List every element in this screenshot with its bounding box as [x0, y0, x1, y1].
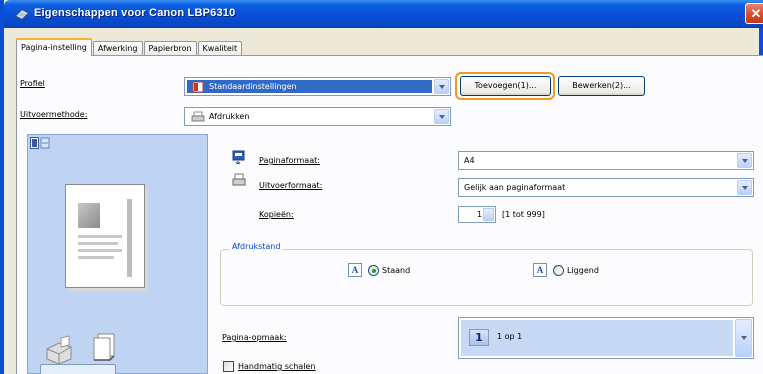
landscape-radio[interactable]	[553, 265, 564, 276]
chevron-down-icon[interactable]	[737, 180, 752, 195]
manual-scaling-label[interactable]: Handmatig schalen	[238, 362, 316, 371]
output-method-select[interactable]: Afdrukken	[184, 107, 451, 126]
profile-select[interactable]: Standaardinstellingen	[184, 77, 451, 96]
add-profile-button[interactable]: Toevoegen(1)...	[460, 76, 551, 96]
printer-device-icon	[46, 335, 72, 365]
tab-paper-source[interactable]: Papierbron	[143, 41, 197, 56]
orientation-group	[220, 249, 753, 306]
title-bar[interactable]: Eigenschappen voor Canon LBP6310 ✕	[4, 0, 763, 28]
copies-label: Kopieën:	[259, 210, 294, 219]
preview-toggle-button[interactable]	[40, 364, 116, 374]
landscape-orientation-icon: A	[533, 263, 547, 277]
tab-finishing[interactable]: Afwerking	[92, 41, 143, 56]
portrait-radio[interactable]	[368, 265, 379, 276]
page-layout-select[interactable]: 1 1 op 1	[458, 317, 754, 359]
orientation-group-title: Afdrukstand	[230, 242, 283, 251]
page-layout-value: 1 op 1	[497, 332, 523, 341]
output-method-value: Afdrukken	[209, 112, 250, 121]
profile-label: Profiel	[20, 79, 45, 88]
printer-properties-window: Eigenschappen voor Canon LBP6310 ✕ Pagin…	[0, 0, 763, 374]
chevron-down-icon[interactable]	[737, 153, 752, 168]
output-size-select[interactable]: Gelijk aan paginaformaat	[458, 178, 754, 197]
page-layout-label: Pagina-opmaak:	[222, 333, 287, 342]
page-layout-icon: 1	[469, 329, 489, 346]
window-title: Eigenschappen voor Canon LBP6310	[34, 7, 236, 19]
chevron-down-icon[interactable]	[434, 79, 449, 94]
output-size-value: Gelijk aan paginaformaat	[464, 183, 566, 192]
landscape-label[interactable]: Liggend	[567, 266, 599, 275]
output-size-label: Uitvoerformaat:	[259, 181, 323, 190]
profile-value: Standaardinstellingen	[209, 82, 297, 91]
preview-page-thumbnail	[65, 184, 145, 288]
copies-value: 1	[477, 210, 483, 219]
copies-icon	[93, 333, 115, 361]
chevron-down-icon[interactable]	[434, 109, 449, 124]
preview-mode-icon[interactable]	[30, 137, 50, 149]
portrait-orientation-icon: A	[348, 263, 362, 277]
tab-quality[interactable]: Kwaliteit	[197, 41, 243, 56]
page-size-label: Paginaformaat:	[259, 156, 320, 165]
tab-strip: Pagina-instelling Afwerking Papierbron K…	[16, 38, 243, 56]
page-size-icon	[232, 150, 245, 164]
manual-scaling-checkbox[interactable]	[223, 361, 234, 372]
page-size-value: A4	[464, 156, 475, 165]
output-size-icon	[232, 173, 246, 186]
output-method-label: Uitvoermethode:	[20, 110, 88, 119]
page-size-select[interactable]: A4	[458, 151, 754, 170]
spin-arrows-icon[interactable]	[483, 208, 494, 221]
copies-stepper[interactable]: 1	[458, 206, 496, 223]
edit-profile-button[interactable]: Bewerken(2)...	[558, 76, 645, 96]
portrait-label[interactable]: Staand	[382, 266, 410, 275]
copies-range: [1 tot 999]	[502, 210, 545, 219]
profile-icon	[192, 81, 204, 93]
printer-icon	[191, 111, 205, 122]
chevron-down-icon[interactable]	[735, 319, 752, 357]
close-button[interactable]: ✕	[745, 3, 763, 24]
tab-page-setup[interactable]: Pagina-instelling	[16, 38, 92, 56]
printer-properties-icon	[15, 9, 29, 20]
